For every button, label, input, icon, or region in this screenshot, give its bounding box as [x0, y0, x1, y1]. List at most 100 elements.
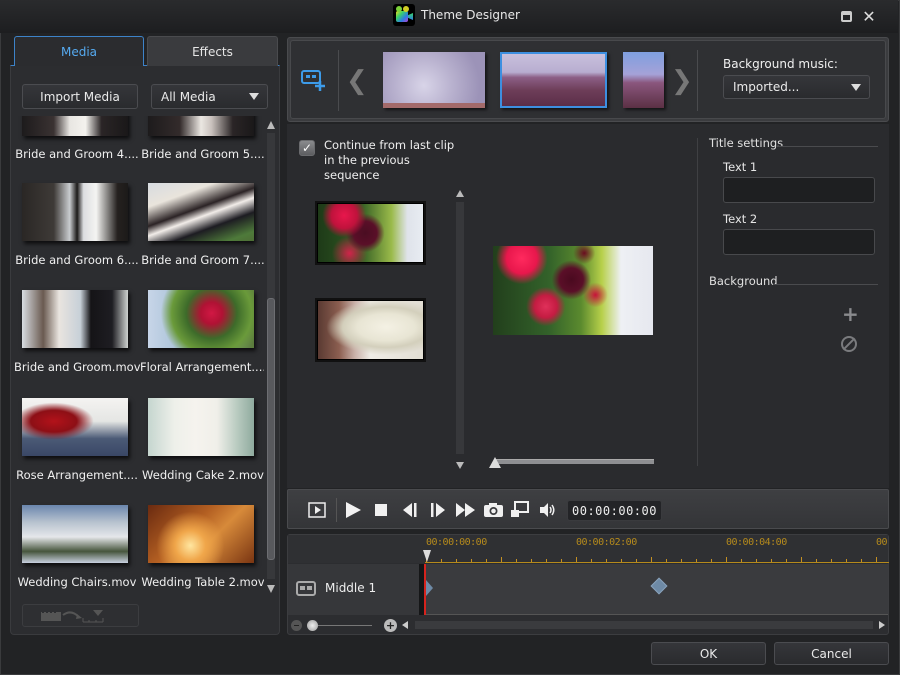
title-settings-heading: Title settings — [709, 136, 784, 150]
play-button[interactable] — [344, 500, 362, 520]
camera-icon — [484, 503, 503, 517]
fast-forward-button[interactable] — [455, 500, 477, 520]
insert-to-timeline-button[interactable] — [22, 604, 139, 627]
clip-list-scrollbar[interactable] — [455, 190, 465, 470]
playhead-handle[interactable] — [423, 550, 431, 562]
zoom-out-button[interactable] — [291, 620, 302, 631]
background-music-value: Imported... — [733, 80, 800, 94]
maximize-icon — [840, 10, 852, 22]
media-label: Rose Arrangement.... — [16, 468, 138, 482]
media-thumbnail — [22, 183, 128, 241]
media-label: Wedding Cake 2.mov — [142, 468, 264, 482]
media-filter-select[interactable]: All Media — [151, 84, 268, 109]
tab-effects[interactable]: Effects — [147, 36, 278, 66]
media-thumbnail — [22, 290, 128, 348]
dropdown-caret-icon — [249, 93, 259, 100]
add-template-button[interactable] — [300, 68, 328, 92]
add-background-button[interactable]: + — [842, 302, 859, 326]
add-template-icon — [301, 70, 325, 91]
template-next-button[interactable]: ❯ — [671, 66, 693, 96]
scroll-down-icon[interactable] — [456, 462, 464, 469]
preview-mode-icon — [308, 502, 326, 518]
display-mode-icon — [511, 501, 529, 517]
close-button[interactable]: ✕ — [861, 6, 877, 26]
media-thumbnail — [22, 116, 128, 136]
media-filter-value: All Media — [161, 89, 216, 104]
zoom-in-button[interactable]: + — [384, 619, 397, 632]
library-tabs: Media Effects — [14, 36, 278, 66]
template-thumbnail-selected[interactable] — [500, 52, 607, 108]
ruler-label: 00:00:00:00 — [426, 537, 487, 548]
tab-media[interactable]: Media — [14, 36, 144, 66]
play-icon — [346, 502, 361, 518]
display-toggle-button[interactable] — [510, 500, 530, 520]
maximize-button[interactable] — [838, 8, 854, 24]
title-track-icon — [296, 581, 316, 596]
media-library-grid: Bride and Groom 4.... Bride and Groom 5.… — [14, 116, 264, 596]
remove-background-button[interactable] — [841, 336, 857, 352]
sequence-clip[interactable] — [315, 201, 426, 265]
scroll-thumb[interactable] — [267, 298, 275, 560]
import-media-button[interactable]: Import Media — [22, 84, 138, 109]
previous-frame-icon — [403, 503, 417, 517]
media-label: Floral Arrangement.... — [140, 360, 264, 374]
continue-checkbox-label: Continue from last clip in the previous … — [324, 138, 455, 182]
scroll-left-icon[interactable] — [402, 621, 408, 629]
ruler-label: 00:00:04:00 — [726, 537, 787, 548]
next-frame-button[interactable] — [429, 500, 447, 520]
text2-input[interactable] — [723, 229, 875, 255]
background-heading: Background — [709, 274, 778, 288]
speaker-icon — [540, 503, 555, 517]
zoom-slider-knob[interactable] — [307, 620, 318, 631]
insert-to-timeline-icon — [40, 609, 103, 622]
media-thumbnail — [22, 505, 128, 563]
media-thumbnail — [148, 183, 254, 241]
snapshot-button[interactable] — [483, 500, 504, 520]
continue-checkbox[interactable]: ✓ — [299, 140, 315, 156]
stop-button[interactable] — [373, 500, 389, 520]
timeline-horizontal-scrollbar[interactable] — [415, 621, 873, 629]
scroll-up-icon[interactable] — [267, 121, 275, 129]
preview-mode-button[interactable] — [308, 500, 326, 520]
dropdown-caret-icon — [851, 84, 861, 91]
media-label: Bride and Groom 7.... — [141, 253, 264, 267]
window-title-text: Theme Designer — [421, 8, 520, 22]
media-thumbnail — [148, 116, 254, 136]
media-label: Bride and Groom.mov — [14, 360, 141, 374]
video-camera-icon — [393, 4, 415, 26]
timeline-zoom-slider[interactable] — [310, 625, 372, 626]
preview-image — [493, 246, 653, 335]
media-thumbnail — [148, 398, 254, 456]
media-thumbnail — [22, 398, 128, 456]
background-music-select[interactable]: Imported... — [723, 75, 870, 99]
cancel-button[interactable]: Cancel — [774, 642, 889, 665]
media-label: Bride and Groom 6.... — [15, 253, 139, 267]
media-label: Wedding Chairs.mov — [17, 575, 137, 589]
fast-forward-icon — [456, 503, 475, 517]
scroll-up-icon[interactable] — [456, 190, 464, 197]
media-label: Bride and Groom 4.... — [15, 147, 139, 161]
ok-button[interactable]: OK — [651, 642, 766, 665]
template-thumbnail[interactable] — [383, 52, 485, 108]
close-icon: ✕ — [862, 6, 876, 26]
slider-knob[interactable] — [489, 457, 501, 468]
scroll-down-icon[interactable] — [267, 585, 275, 593]
keyframe-start-icon[interactable] — [426, 580, 433, 596]
media-scrollbar[interactable] — [266, 118, 276, 596]
text1-input[interactable] — [723, 177, 875, 203]
media-thumbnail — [148, 505, 254, 563]
sequence-clip[interactable] — [315, 298, 426, 362]
volume-button[interactable] — [539, 500, 557, 520]
media-label: Wedding Table 2.mov — [141, 575, 264, 589]
preview-time-slider[interactable] — [489, 457, 655, 471]
track-name: Middle 1 — [325, 581, 377, 595]
background-music-label: Background music: — [723, 57, 838, 71]
stop-icon — [375, 504, 387, 516]
text1-label: Text 1 — [723, 160, 758, 174]
previous-frame-button[interactable] — [401, 500, 419, 520]
template-prev-button[interactable]: ❮ — [346, 66, 368, 96]
ruler-label: 00:00:02:00 — [576, 537, 637, 548]
scroll-right-icon[interactable] — [879, 621, 885, 629]
ruler-label: 00 — [876, 537, 888, 548]
template-thumbnail[interactable] — [623, 52, 664, 108]
